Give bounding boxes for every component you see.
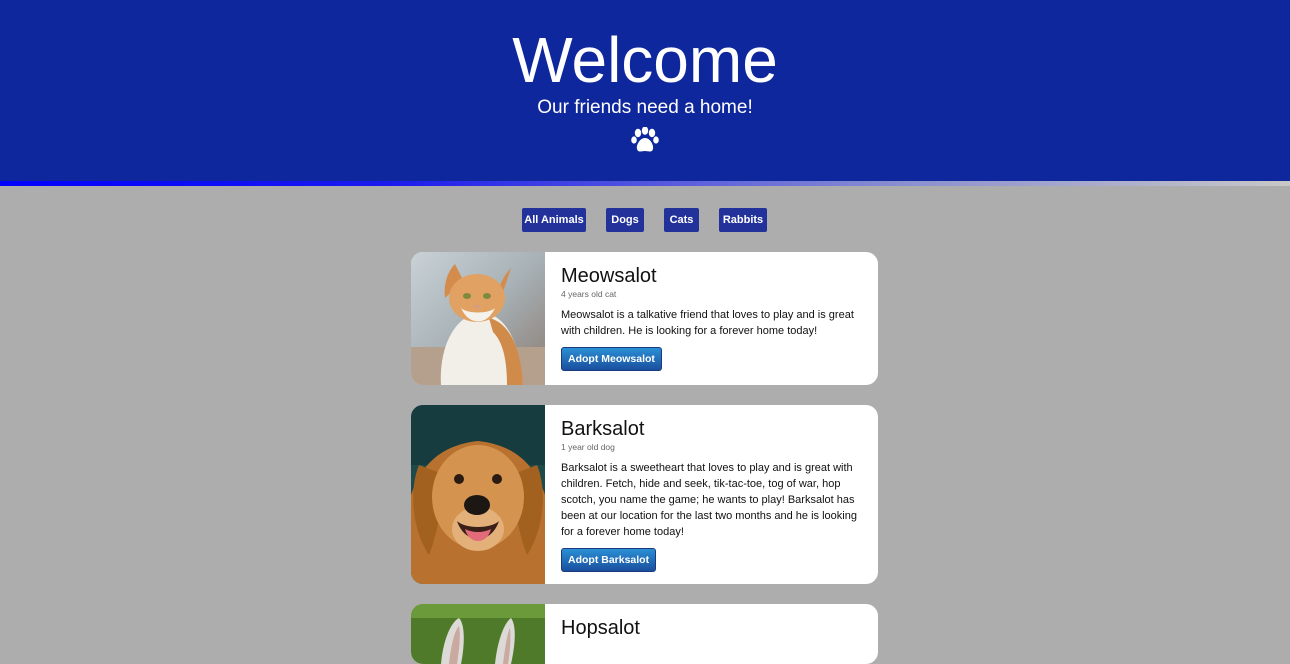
pet-name: Barksalot <box>561 418 645 440</box>
pet-description: Meowsalot is a talkative friend that lov… <box>561 309 854 337</box>
pet-card: Hopsalot <box>411 604 878 664</box>
paw-icon <box>631 127 659 152</box>
pet-description: Barksalot is a sweetheart that loves to … <box>561 462 857 538</box>
filter-cats-button[interactable]: Cats <box>664 208 699 232</box>
pet-age: 4 years old cat <box>561 289 617 299</box>
hero-header: Welcome Our friends need a home! <box>0 0 1290 181</box>
cat-photo <box>411 252 545 385</box>
filter-bar: All Animals Dogs Cats Rabbits <box>0 208 1290 232</box>
rabbit-photo <box>411 604 545 664</box>
page-subtitle: Our friends need a home! <box>537 97 753 118</box>
pet-name: Hopsalot <box>561 617 640 639</box>
pet-name: Meowsalot <box>561 265 657 287</box>
pet-card: Barksalot 1 year old dog Barksalot is a … <box>411 405 878 584</box>
pet-card-body: Hopsalot <box>561 604 858 640</box>
pet-card-body: Barksalot 1 year old dog Barksalot is a … <box>561 405 858 572</box>
adopt-button[interactable]: Adopt Meowsalot <box>561 347 662 371</box>
pet-card-body: Meowsalot 4 years old cat Meowsalot is a… <box>561 252 858 371</box>
page-title: Welcome <box>512 24 778 96</box>
filter-rabbits-button[interactable]: Rabbits <box>719 208 767 232</box>
adopt-button[interactable]: Adopt Barksalot <box>561 548 657 572</box>
dog-photo <box>411 405 545 584</box>
header-divider <box>0 181 1290 186</box>
filter-all-animals-button[interactable]: All Animals <box>522 208 586 232</box>
pet-card: Meowsalot 4 years old cat Meowsalot is a… <box>411 252 878 385</box>
filter-dogs-button[interactable]: Dogs <box>606 208 644 232</box>
pet-age: 1 year old dog <box>561 442 615 452</box>
